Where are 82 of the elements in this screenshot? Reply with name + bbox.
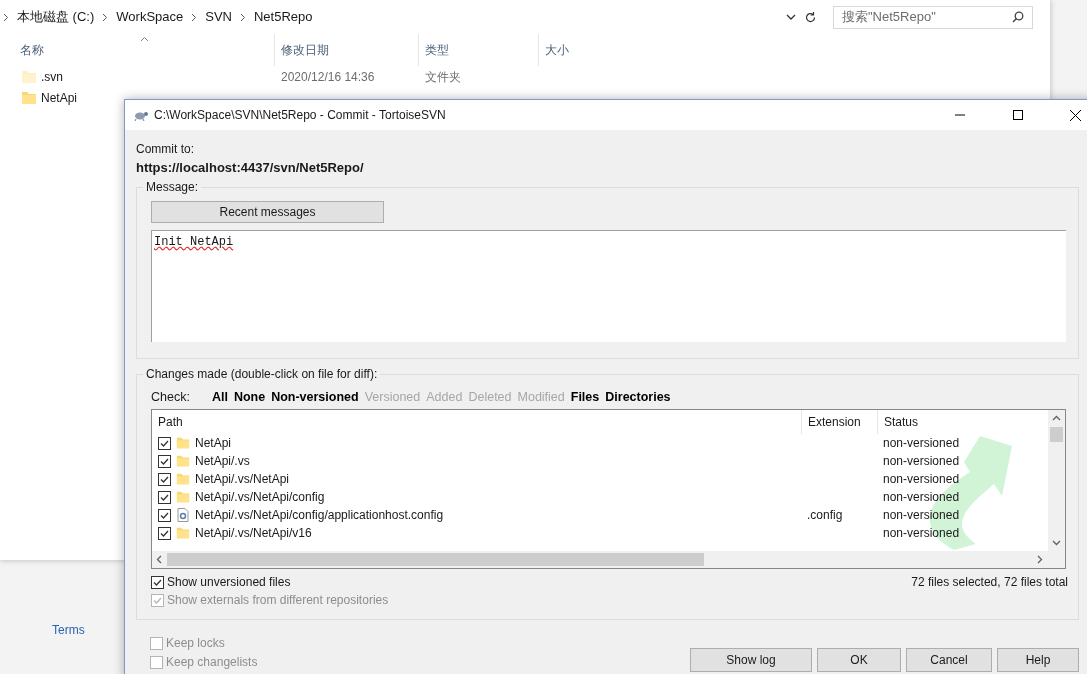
option-label: Show unversioned files xyxy=(167,574,291,591)
chevron-right-icon xyxy=(102,12,109,22)
filter-link[interactable]: All xyxy=(211,387,228,407)
type-cell-text: 文件夹 xyxy=(425,68,461,86)
folder-icon xyxy=(176,435,190,451)
checkbox[interactable] xyxy=(158,472,171,486)
terms-link[interactable]: Terms xyxy=(52,621,85,639)
scroll-thumb[interactable] xyxy=(167,553,704,566)
dropdown-icon[interactable] xyxy=(786,13,796,21)
file-name[interactable]: NetApi xyxy=(41,88,78,107)
window-title: C:\WorkSpace\SVN\Net5Repo - Commit - TortoiseSVN xyxy=(154,107,446,124)
scroll-right-icon[interactable] xyxy=(1037,555,1043,564)
column-header[interactable]: 名称 xyxy=(0,34,274,66)
status-cell: non-versioned xyxy=(883,526,960,540)
scroll-up-icon[interactable] xyxy=(1052,415,1061,421)
horizontal-scrollbar[interactable] xyxy=(152,551,1065,568)
scroll-down-icon[interactable] xyxy=(1052,540,1061,546)
option-label: Show externals from different repositories xyxy=(167,592,389,609)
breadcrumb-item[interactable]: Net5Repo xyxy=(254,7,313,27)
checkbox[interactable] xyxy=(158,508,171,522)
settings-file-icon xyxy=(177,508,189,522)
scroll-thumb[interactable] xyxy=(1050,427,1063,442)
path-cell[interactable]: NetApi/.vs/NetApi/v16 xyxy=(195,524,312,542)
checkbox[interactable] xyxy=(158,490,171,504)
status-cell: non-versioned xyxy=(883,508,960,522)
message-field[interactable]: Init NetApi xyxy=(151,230,1066,342)
path-cell[interactable]: NetApi/.vs/NetApi xyxy=(195,470,290,488)
breadcrumb-item[interactable]: SVN xyxy=(205,7,232,27)
status-cell: non-versioned xyxy=(883,490,960,504)
status-cell: non-versioned xyxy=(883,454,960,468)
file-name[interactable]: .svn xyxy=(41,67,63,86)
repository-url: https://localhost:4437/svn/Net5Repo/ xyxy=(136,159,365,177)
checkbox[interactable] xyxy=(151,575,164,589)
folder-icon xyxy=(176,471,190,487)
column-header[interactable]: Extension xyxy=(801,410,877,434)
dialog-button[interactable]: Show log xyxy=(690,648,812,672)
path-cell[interactable]: NetApi/.vs/NetApi/config xyxy=(195,488,325,506)
filter-link[interactable]: Non-versioned xyxy=(271,387,359,407)
folder-icon xyxy=(176,453,190,469)
column-header[interactable]: 大小 xyxy=(538,34,618,66)
breadcrumb-item[interactable]: WorkSpace xyxy=(116,7,184,27)
group-label: Message: xyxy=(143,179,202,195)
chevron-right-icon xyxy=(3,12,9,22)
path-cell[interactable]: NetApi/.vs xyxy=(195,452,250,470)
scroll-left-icon[interactable] xyxy=(156,555,162,564)
folder-icon xyxy=(176,525,190,541)
vertical-scrollbar[interactable] xyxy=(1048,410,1065,551)
dialog-button[interactable]: OK xyxy=(817,648,901,672)
option-label: Keep locks xyxy=(166,635,225,652)
filter-link[interactable]: None xyxy=(233,387,266,407)
dialog-button[interactable]: Cancel xyxy=(906,648,992,672)
refresh-icon[interactable] xyxy=(804,10,817,24)
dialog-button[interactable]: Help xyxy=(997,648,1079,672)
status-cell: non-versioned xyxy=(883,436,960,450)
path-cell[interactable]: NetApi/.vs/NetApi/config/applicationhost.config xyxy=(195,506,444,524)
checkbox[interactable] xyxy=(158,526,171,540)
search-icon xyxy=(1012,11,1024,23)
filter-link[interactable]: Files xyxy=(570,387,600,407)
maximize-icon[interactable] xyxy=(1012,110,1023,120)
selection-summary: 72 files selected, 72 files total xyxy=(911,575,1068,591)
status-cell: non-versioned xyxy=(883,472,960,486)
folder-icon xyxy=(176,489,190,505)
breadcrumb-item[interactable]: 本地磁盘 (C:) xyxy=(17,7,95,27)
option-label: Keep changelists xyxy=(166,654,258,671)
path-cell[interactable]: NetApi xyxy=(195,434,232,452)
close-icon[interactable] xyxy=(1070,109,1081,121)
extension-cell: .config xyxy=(807,508,843,522)
checkbox[interactable] xyxy=(158,436,171,450)
checkbox[interactable] xyxy=(158,454,171,468)
column-header[interactable]: 类型 xyxy=(418,34,538,66)
group-label: Changes made (double-click on file for diff): xyxy=(143,366,381,382)
column-header[interactable]: 修改日期 xyxy=(274,34,418,66)
filter-link[interactable]: Directories xyxy=(605,387,671,407)
recent-messages-button[interactable]: Recent messages xyxy=(151,201,384,223)
column-header[interactable]: Path xyxy=(152,410,801,434)
sort-caret-icon xyxy=(140,36,149,42)
search-field[interactable]: 搜索"Net5Repo" xyxy=(833,5,1033,29)
chevron-right-icon xyxy=(240,12,246,22)
check-label: Check: xyxy=(151,388,190,406)
date-cell-text: 2020/12/16 14:36 xyxy=(281,68,376,86)
commit-to-label: Commit to: xyxy=(136,142,195,156)
chevron-right-icon xyxy=(191,12,198,22)
